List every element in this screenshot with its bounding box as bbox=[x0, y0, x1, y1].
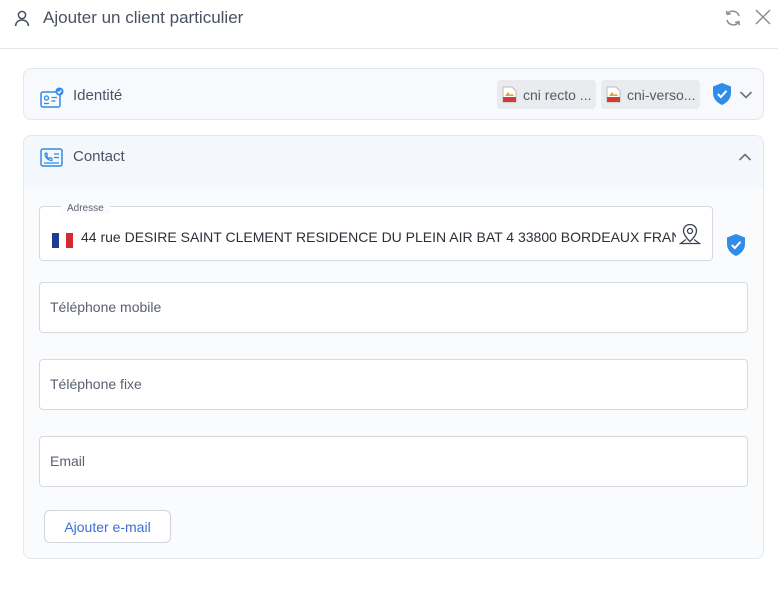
landline-phone-placeholder: Téléphone fixe bbox=[50, 376, 142, 392]
chevron-up-icon[interactable] bbox=[738, 152, 752, 162]
france-flag-icon[interactable] bbox=[52, 233, 73, 248]
contact-body: 44 rue DESIRE SAINT CLEMENT RESIDENCE DU… bbox=[24, 187, 763, 558]
jpg-file-icon bbox=[606, 86, 621, 103]
dialog-title: Ajouter un client particulier bbox=[43, 8, 244, 27]
identite-label: Identité bbox=[73, 87, 123, 104]
contact-section: Contact 44 rue DESIRE SAINT CLEMENT RESI… bbox=[23, 135, 764, 559]
contact-card-icon bbox=[40, 148, 63, 167]
doc-chip-verso[interactable]: cni-verso... bbox=[601, 80, 700, 109]
address-legend: Adresse bbox=[61, 203, 110, 214]
email-field[interactable]: Email bbox=[39, 436, 748, 487]
address-field[interactable]: 44 rue DESIRE SAINT CLEMENT RESIDENCE DU… bbox=[39, 206, 713, 261]
identite-header[interactable]: Identité cni recto ... cni-verso... bbox=[24, 69, 763, 119]
add-email-button[interactable]: Ajouter e-mail bbox=[44, 510, 171, 543]
jpg-file-icon bbox=[502, 86, 517, 103]
chevron-down-icon[interactable] bbox=[739, 90, 753, 100]
verified-shield-icon bbox=[713, 83, 731, 105]
user-icon bbox=[14, 10, 30, 27]
address-verified-shield-icon bbox=[727, 234, 745, 256]
landline-phone-field[interactable]: Téléphone fixe bbox=[39, 359, 748, 410]
map-pin-icon[interactable] bbox=[678, 222, 702, 246]
contact-label: Contact bbox=[73, 148, 125, 165]
id-card-icon bbox=[40, 87, 64, 108]
identite-section[interactable]: Identité cni recto ... cni-verso... bbox=[23, 68, 764, 120]
refresh-icon[interactable] bbox=[723, 8, 743, 28]
mobile-phone-placeholder: Téléphone mobile bbox=[50, 299, 162, 315]
doc-chip-verso-label: cni-verso... bbox=[627, 86, 696, 103]
contact-header[interactable]: Contact bbox=[24, 136, 763, 187]
dialog-header: Ajouter un client particulier bbox=[0, 0, 778, 49]
email-placeholder: Email bbox=[50, 453, 86, 469]
doc-chip-recto-label: cni recto ... bbox=[523, 86, 592, 103]
address-value[interactable]: 44 rue DESIRE SAINT CLEMENT RESIDENCE DU… bbox=[81, 229, 676, 245]
doc-chip-recto[interactable]: cni recto ... bbox=[497, 80, 596, 109]
close-icon[interactable] bbox=[754, 8, 772, 26]
mobile-phone-field[interactable]: Téléphone mobile bbox=[39, 282, 748, 333]
